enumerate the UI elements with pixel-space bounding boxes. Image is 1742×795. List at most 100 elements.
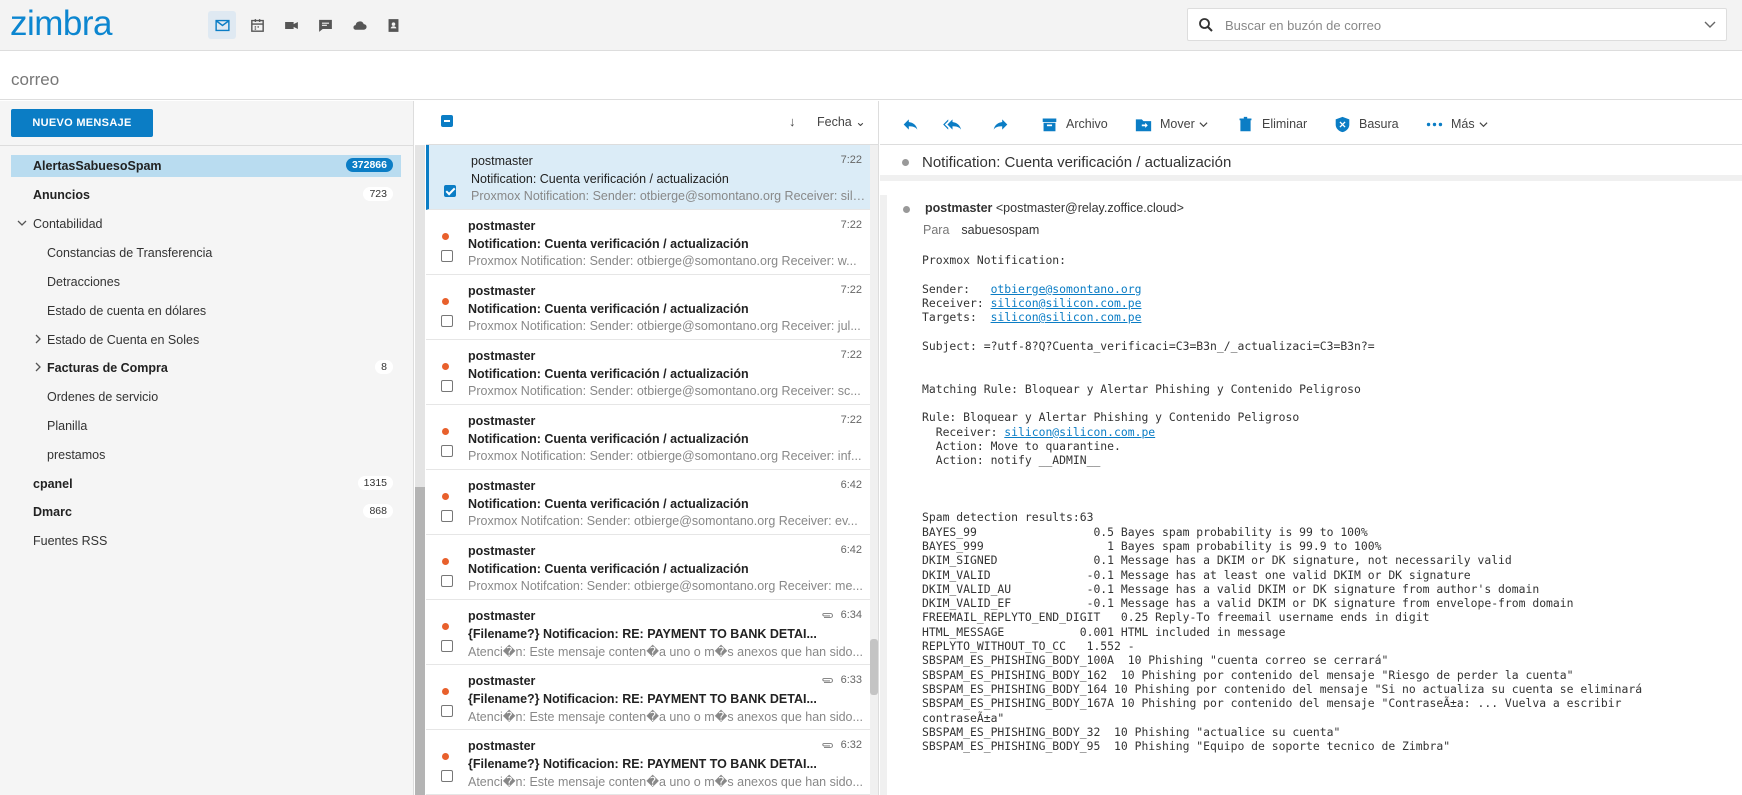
new-message-button[interactable]: NUEVO MENSAJE: [11, 109, 153, 137]
sender-link[interactable]: otbierge@somontano.org: [991, 282, 1142, 296]
message-checkbox[interactable]: [441, 380, 453, 392]
sidebar-scrollbar-thumb[interactable]: [415, 487, 425, 795]
folder-ordenes[interactable]: Ordenes de servicio: [11, 386, 401, 408]
message-row[interactable]: postmaster 7:22 Notification: Cuenta ver…: [426, 340, 870, 405]
folder-estado-soles[interactable]: Estado de Cuenta en Soles: [11, 329, 401, 351]
message-checkbox[interactable]: [441, 445, 453, 457]
search-input[interactable]: Buscar en buzón de correo: [1225, 18, 1381, 33]
unread-dot-icon[interactable]: [442, 623, 449, 630]
chevron-right-icon[interactable]: [33, 361, 43, 373]
unread-dot-icon[interactable]: [442, 428, 449, 435]
message-checkbox[interactable]: [441, 705, 453, 717]
folder-contabilidad[interactable]: Contabilidad: [11, 213, 401, 235]
archive-button[interactable]: Archivo: [1041, 115, 1108, 133]
message-row[interactable]: postmaster 6:34 {Filename?} Notificacion…: [426, 600, 870, 665]
message-checkbox[interactable]: [441, 640, 453, 652]
folder-label: AlertasSabuesoSpam: [33, 159, 162, 173]
folder-planilla[interactable]: Planilla: [11, 415, 401, 437]
contacts-app-icon[interactable]: [379, 11, 407, 39]
junk-label: Basura: [1359, 117, 1399, 131]
select-all-checkbox[interactable]: [441, 115, 453, 127]
folder-alertassabuesospam[interactable]: AlertasSabuesoSpam 372866: [11, 155, 401, 177]
message-row[interactable]: postmaster 7:22 Notification: Cuenta ver…: [426, 145, 870, 210]
message-checkbox[interactable]: [441, 770, 453, 782]
unread-dot-icon[interactable]: [442, 558, 449, 565]
search-box[interactable]: Buscar en buzón de correo: [1187, 8, 1727, 41]
message-checkbox[interactable]: [441, 250, 453, 262]
message-checkbox[interactable]: [441, 315, 453, 327]
spam-line: SBSPAM_ES_PHISHING_BODY_164 10 Phishing …: [922, 681, 1643, 696]
unread-dot-icon[interactable]: [442, 688, 449, 695]
sender-address[interactable]: <postmaster@relay.zoffice.cloud>: [996, 201, 1184, 215]
folder-fuentes-rss[interactable]: Fuentes RSS: [11, 530, 401, 552]
more-button[interactable]: Más: [1426, 115, 1496, 133]
unread-dot-icon[interactable]: [442, 363, 449, 370]
sort-direction-icon[interactable]: ↓: [789, 114, 796, 129]
sort-dropdown[interactable]: Fecha ⌄: [817, 114, 866, 129]
chevron-right-icon[interactable]: [33, 333, 43, 345]
message-row[interactable]: postmaster 6:42 Notification: Cuenta ver…: [426, 470, 870, 535]
folder-cpanel[interactable]: cpanel 1315: [11, 473, 401, 495]
rule-receiver-link[interactable]: silicon@silicon.com.pe: [1004, 425, 1155, 439]
message-list-scrollbar-thumb[interactable]: [870, 639, 878, 695]
folder-constancias[interactable]: Constancias de Transferencia: [11, 242, 401, 264]
message-row[interactable]: postmaster 7:22 Notification: Cuenta ver…: [426, 275, 870, 340]
junk-button[interactable]: Basura: [1334, 115, 1399, 133]
calendar-app-icon[interactable]: [243, 11, 271, 39]
folder-estado-dolares[interactable]: Estado de cuenta en dólares: [11, 300, 401, 322]
cloud-app-icon[interactable]: [345, 11, 373, 39]
folder-detracciones[interactable]: Detracciones: [11, 271, 401, 293]
reply-all-icon: [943, 118, 961, 130]
targets-link[interactable]: silicon@silicon.com.pe: [991, 310, 1142, 324]
message-checkbox[interactable]: [444, 185, 456, 197]
message-subject: Notification: Cuenta verificación / actu…: [468, 367, 749, 381]
message-checkbox[interactable]: [441, 575, 453, 587]
reader-scrollbar[interactable]: [880, 195, 887, 795]
zimbra-logo[interactable]: zimbra: [10, 4, 113, 44]
message-preview: Proxmox Notification: Sender: otbierge@s…: [471, 189, 866, 203]
message-checkbox[interactable]: [441, 510, 453, 522]
unread-dot-icon[interactable]: [442, 298, 449, 305]
chat-app-icon[interactable]: [311, 11, 339, 39]
unread-dot-icon[interactable]: [442, 233, 449, 240]
video-app-icon[interactable]: [277, 11, 305, 39]
unread-dot-icon[interactable]: [442, 753, 449, 760]
message-sender: postmaster: [468, 674, 536, 688]
message-row[interactable]: postmaster 6:42 Notification: Cuenta ver…: [426, 535, 870, 600]
top-bar: zimbra Buscar en buzón de correo: [0, 0, 1742, 51]
chevron-down-icon[interactable]: [17, 217, 27, 229]
unread-dot-icon[interactable]: [442, 493, 449, 500]
action-line: Action: Move to quarantine.: [922, 438, 1121, 453]
message-row[interactable]: postmaster 6:32 {Filename?} Notificacion…: [426, 730, 870, 795]
search-icon: [1199, 18, 1213, 32]
folder-sidebar: NUEVO MENSAJE AlertasSabuesoSpam 372866 …: [0, 101, 414, 795]
folder-label: prestamos: [47, 448, 106, 462]
move-button[interactable]: Mover: [1135, 115, 1216, 133]
folder-facturas-compra[interactable]: Facturas de Compra 8: [11, 357, 401, 379]
mail-app-icon[interactable]: [208, 11, 236, 39]
forward-button[interactable]: [992, 115, 1017, 133]
recipient[interactable]: sabuesospam: [961, 223, 1039, 237]
message-row[interactable]: postmaster 6:33 {Filename?} Notificacion…: [426, 665, 870, 730]
reply-button[interactable]: [902, 115, 927, 133]
reply-all-button[interactable]: [942, 115, 971, 133]
targets-label: Targets:: [922, 310, 991, 325]
folder-anuncios[interactable]: Anuncios 723: [11, 184, 401, 206]
folder-dmarc[interactable]: Dmarc 868: [11, 501, 401, 523]
receiver-link[interactable]: silicon@silicon.com.pe: [991, 296, 1142, 310]
message-subject: Notification: Cuenta verificación / actu…: [468, 497, 749, 511]
spam-line: DKIM_VALID_AU -0.1 Message has a valid D…: [922, 581, 1540, 596]
spam-line: DKIM_SIGNED 0.1 Message has a DKIM or DK…: [922, 553, 1512, 568]
message-row[interactable]: postmaster 7:22 Notification: Cuenta ver…: [426, 210, 870, 275]
message-preview: Proxmox Notification: Sender: otbierge@s…: [468, 449, 862, 463]
action-line: Action: notify __ADMIN__: [922, 453, 1101, 468]
sender-name[interactable]: postmaster: [925, 201, 992, 215]
chevron-down-icon[interactable]: [1704, 18, 1716, 30]
folder-prestamos[interactable]: prestamos: [11, 444, 401, 466]
message-row[interactable]: postmaster 7:22 Notification: Cuenta ver…: [426, 405, 870, 470]
delete-button[interactable]: Eliminar: [1237, 115, 1307, 133]
message-sender: postmaster: [471, 154, 533, 168]
message-preview: Proxmox Notification: Sender: otbierge@s…: [468, 384, 861, 398]
message-list-scrollbar[interactable]: [870, 145, 878, 795]
move-label: Mover: [1160, 117, 1195, 131]
